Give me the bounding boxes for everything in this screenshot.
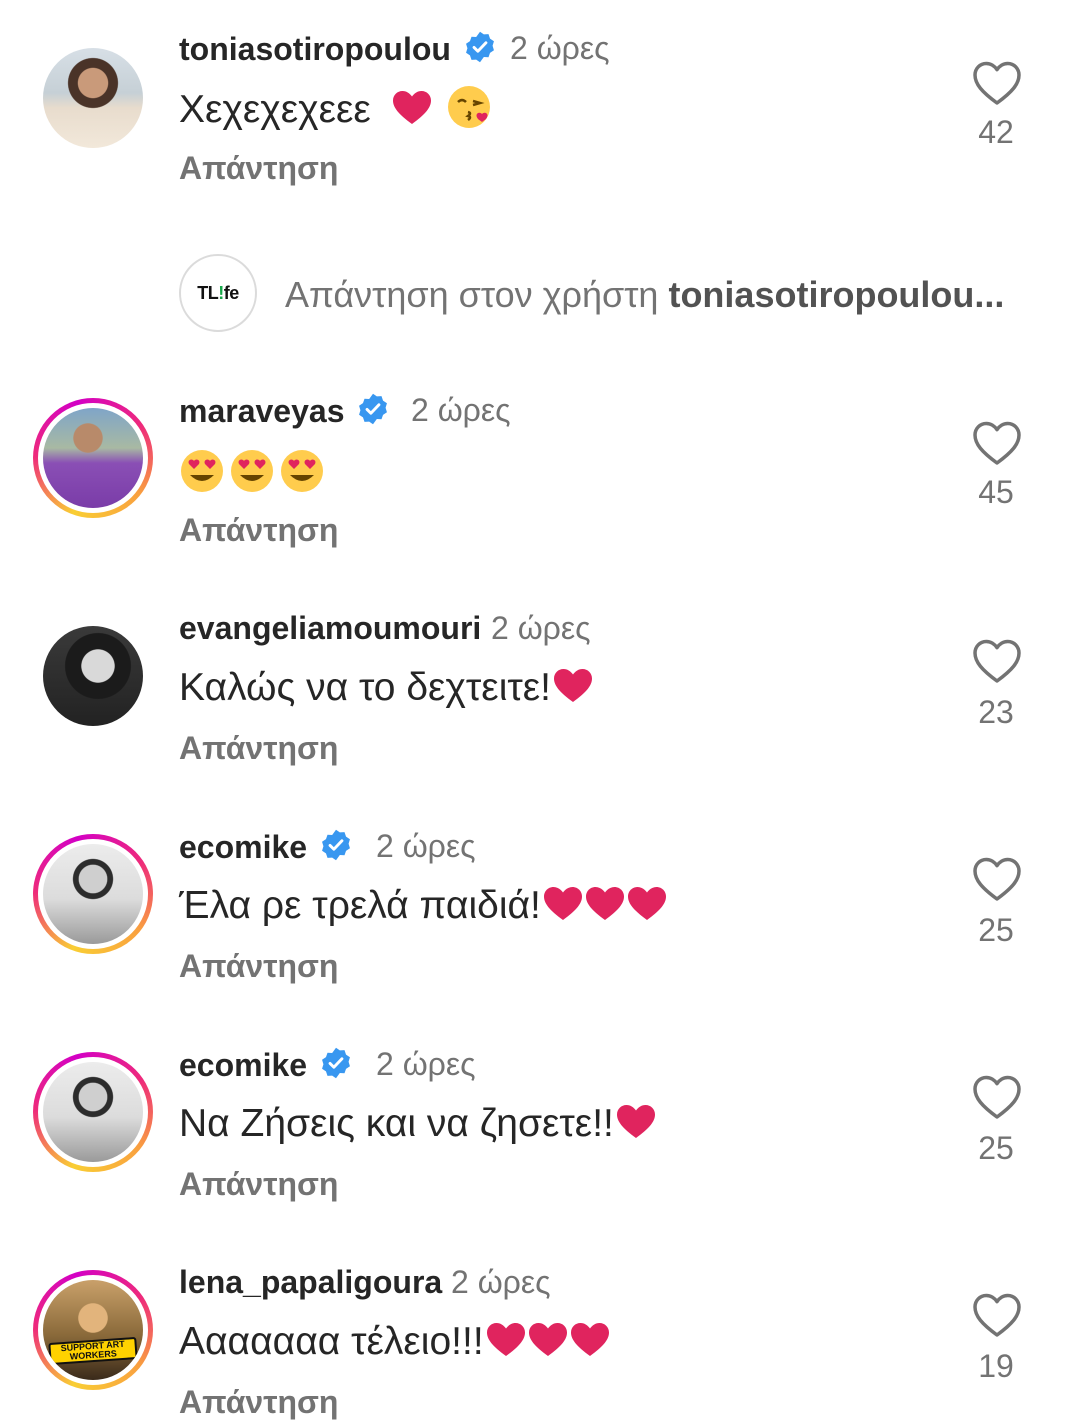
comment-text: Καλώς να το δεχτειτε! bbox=[179, 666, 593, 710]
like-heart-icon[interactable] bbox=[972, 856, 1022, 902]
heart-eyes-emoji-icon bbox=[231, 450, 273, 492]
like-heart-icon[interactable] bbox=[972, 1074, 1022, 1120]
avatar[interactable] bbox=[33, 398, 153, 518]
heart-eyes-emoji-icon bbox=[281, 450, 323, 492]
comment-username[interactable]: ecomike bbox=[179, 1046, 353, 1084]
red-heart-emoji-icon bbox=[570, 1323, 609, 1356]
verified-badge-icon bbox=[322, 829, 351, 861]
reply-button[interactable]: Απάντηση bbox=[179, 512, 338, 549]
avatar[interactable]: SUPPORT ART WORKERS bbox=[33, 1270, 153, 1390]
like-heart-icon[interactable] bbox=[972, 60, 1022, 106]
comment-username[interactable]: toniasotiropoulou bbox=[179, 30, 497, 68]
red-heart-emoji-icon bbox=[554, 669, 592, 702]
like-heart-icon[interactable] bbox=[972, 638, 1022, 684]
verified-badge-icon bbox=[466, 31, 494, 63]
red-heart-emoji-icon bbox=[392, 91, 431, 124]
tlife-logo: TL!fe bbox=[197, 282, 239, 303]
comment-time: 2 ώρες bbox=[376, 1046, 476, 1082]
avatar[interactable]: TL!fe bbox=[179, 254, 257, 332]
like-count: 45 bbox=[978, 474, 1014, 510]
red-heart-emoji-icon bbox=[528, 1323, 567, 1356]
comment-username[interactable]: ecomike bbox=[179, 828, 353, 866]
comment-text: Να Ζήσεις και να ζησετε!! bbox=[179, 1102, 656, 1146]
support-art-workers-badge: SUPPORT ART WORKERS bbox=[48, 1336, 138, 1366]
like-heart-icon[interactable] bbox=[972, 1292, 1022, 1338]
red-heart-emoji-icon bbox=[486, 1323, 525, 1356]
verified-badge-icon bbox=[322, 1047, 351, 1079]
red-heart-emoji-icon bbox=[616, 1105, 655, 1138]
like-count: 23 bbox=[978, 694, 1014, 730]
like-count: 42 bbox=[978, 114, 1014, 150]
comment-username[interactable]: evangeliamoumouri bbox=[179, 610, 481, 647]
reply-button[interactable]: Απάντηση bbox=[179, 1166, 338, 1203]
red-heart-emoji-icon bbox=[543, 887, 582, 920]
comment-username[interactable]: maraveyas bbox=[179, 392, 390, 430]
like-count: 25 bbox=[978, 912, 1014, 948]
comment-text bbox=[179, 448, 325, 496]
comment-text: Χεχεχεχεεε bbox=[179, 84, 492, 132]
comment-time: 2 ώρες bbox=[491, 610, 591, 646]
comment-text: Έλα ρε τρελά παιδιά! bbox=[179, 884, 667, 928]
thread-reply-text[interactable]: Απάντηση στον χρήστη toniasotiropoulou..… bbox=[285, 274, 1045, 316]
comment-time: 2 ώρες bbox=[451, 1264, 551, 1300]
avatar[interactable] bbox=[33, 834, 153, 954]
like-heart-icon[interactable] bbox=[972, 420, 1022, 466]
heart-eyes-emoji-icon bbox=[181, 450, 223, 492]
comment-text: Ααααααα τέλειο!!! bbox=[179, 1320, 610, 1364]
face-blowing-kiss-emoji-icon bbox=[448, 86, 491, 128]
reply-button[interactable]: Απάντηση bbox=[179, 1384, 338, 1421]
reply-button[interactable]: Απάντηση bbox=[179, 730, 338, 767]
comment-time: 2 ώρες bbox=[376, 828, 476, 864]
like-count: 25 bbox=[978, 1130, 1014, 1166]
red-heart-emoji-icon bbox=[585, 887, 624, 920]
avatar[interactable] bbox=[33, 616, 153, 736]
verified-badge-icon bbox=[359, 393, 388, 425]
reply-button[interactable]: Απάντηση bbox=[179, 948, 338, 985]
red-heart-emoji-icon bbox=[627, 887, 666, 920]
view-replies-row[interactable]: TL!fe Απάντηση στον χρήστη toniasotiropo… bbox=[0, 254, 1080, 334]
comment-username[interactable]: lena_papaligoura bbox=[179, 1264, 442, 1301]
comment-time: 2 ώρες bbox=[510, 30, 610, 66]
avatar[interactable] bbox=[33, 1052, 153, 1172]
reply-button[interactable]: Απάντηση bbox=[179, 150, 338, 187]
like-count: 19 bbox=[978, 1348, 1014, 1384]
comment-time: 2 ώρες bbox=[411, 392, 511, 428]
avatar[interactable] bbox=[33, 38, 153, 158]
